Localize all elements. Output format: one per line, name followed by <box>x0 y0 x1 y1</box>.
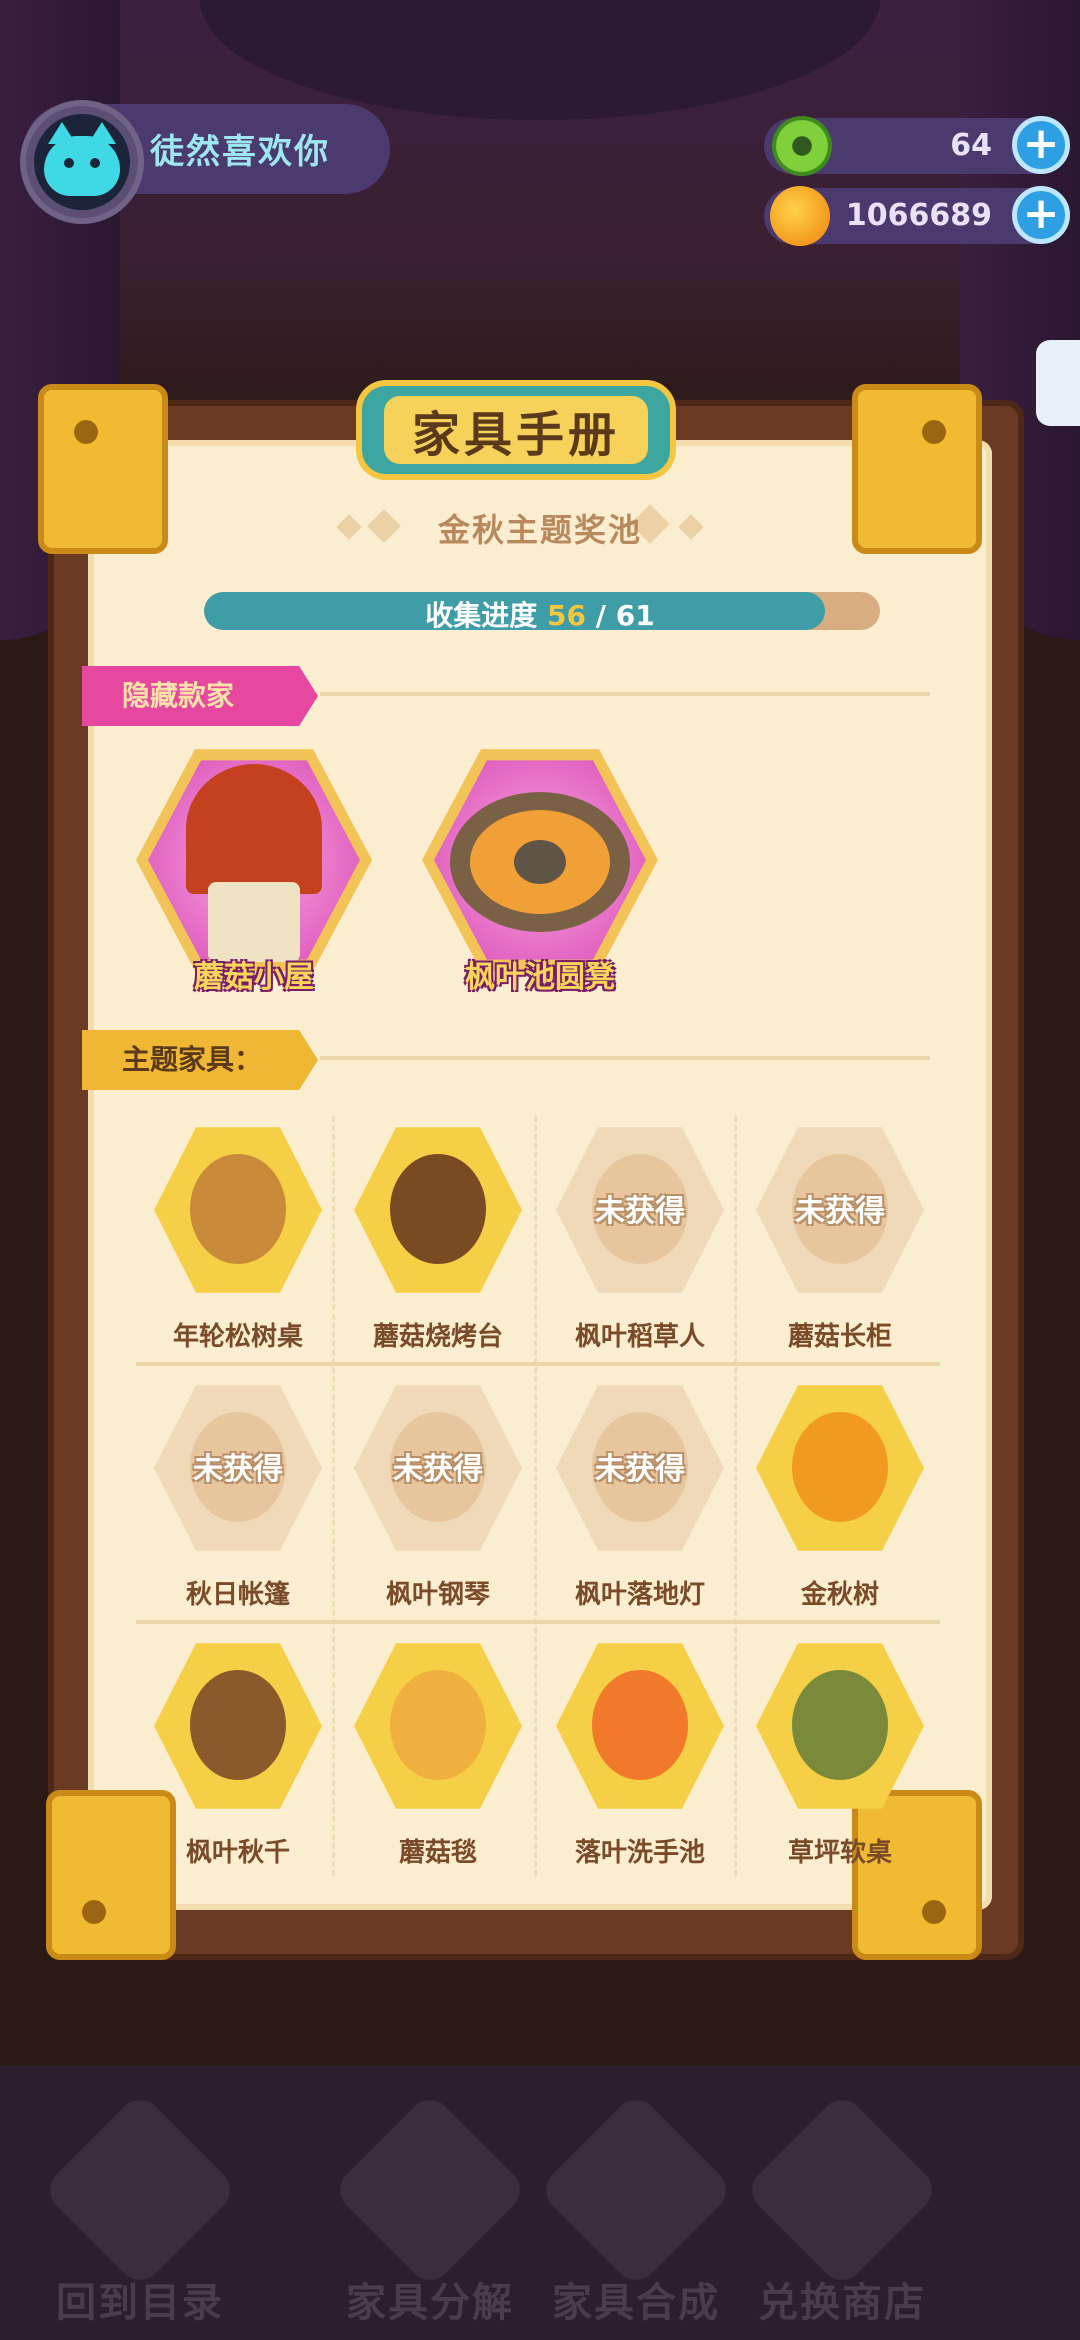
swing-icon <box>190 1670 286 1780</box>
nav-label: 回到目录 <box>56 2280 224 2326</box>
progress-text: 收集进度 56 / 61 <box>425 599 655 632</box>
back-book-icon <box>41 2091 239 2289</box>
add-coin-button[interactable]: + <box>1012 186 1070 244</box>
mushroom-rug-icon <box>390 1670 486 1780</box>
not-obtained-label: 未获得 <box>795 1194 885 1229</box>
gold-planet-icon <box>770 186 830 246</box>
furniture-name: 枫叶钢琴 <box>385 1580 490 1610</box>
furniture-cell[interactable]: 蘑菇烧烤台 <box>334 1120 534 1352</box>
furniture-name: 枫叶落地灯 <box>574 1580 705 1610</box>
section-divider <box>320 692 930 696</box>
nav-craft[interactable]: 家具合成 <box>526 2091 746 2326</box>
puzzle-icon <box>331 2091 529 2289</box>
furniture-cell[interactable]: 蘑菇毯 <box>334 1636 534 1868</box>
section-divider <box>320 1056 930 1060</box>
hidden-item-label: 枫叶池圆凳 <box>465 960 615 995</box>
not-obtained-label: 未获得 <box>595 1452 685 1487</box>
furniture-cell[interactable]: 草坪软桌 <box>736 1636 936 1868</box>
gem-count: 64 <box>950 128 992 163</box>
avatar[interactable] <box>20 100 144 224</box>
nav-back-to-catalog[interactable]: 回到目录 <box>30 2091 250 2326</box>
not-obtained-label: 未获得 <box>393 1452 483 1487</box>
nav-label: 家具合成 <box>552 2280 720 2326</box>
book-title-plate: 家具手册 <box>356 380 676 480</box>
cat-avatar-icon <box>34 114 130 210</box>
mushroom-house-icon <box>186 764 322 894</box>
hammer-icon <box>537 2091 735 2289</box>
hidden-section-label: 隐藏款家具： <box>82 666 318 726</box>
furniture-cell[interactable]: 金秋树 <box>736 1378 936 1610</box>
furniture-name: 落叶洗手池 <box>574 1838 705 1868</box>
tree-ring-table-icon <box>190 1154 286 1264</box>
nav-decompose[interactable]: 家具分解 <box>320 2091 540 2326</box>
lawn-table-icon <box>792 1670 888 1780</box>
furniture-cell[interactable]: 枫叶秋千 <box>134 1636 334 1868</box>
side-scissors-tab[interactable] <box>1036 340 1080 426</box>
golden-tree-icon <box>792 1412 888 1522</box>
furniture-cell[interactable]: 未获得 蘑菇长柜 <box>736 1120 936 1352</box>
furniture-name: 秋日帐篷 <box>185 1580 290 1610</box>
gift-icon <box>743 2091 941 2289</box>
furniture-name: 枫叶稻草人 <box>574 1322 705 1352</box>
row-divider <box>136 1620 940 1624</box>
furniture-name: 金秋树 <box>800 1580 879 1610</box>
mushroom-grill-icon <box>390 1154 486 1264</box>
hidden-item-label: 蘑菇小屋 <box>194 960 314 995</box>
coin-count: 1066689 <box>845 198 992 233</box>
furniture-name: 草坪软桌 <box>787 1838 892 1868</box>
player-name: 徒然喜欢你 <box>150 132 330 172</box>
pool-title: 金秋主题奖池 <box>437 511 642 549</box>
not-obtained-label: 未获得 <box>193 1452 283 1487</box>
furniture-name: 蘑菇长柜 <box>787 1322 892 1352</box>
not-obtained-label: 未获得 <box>595 1194 685 1229</box>
furniture-name: 蘑菇烧烤台 <box>372 1322 503 1352</box>
green-gem-icon <box>772 116 832 176</box>
sink-icon <box>592 1670 688 1780</box>
furniture-name: 枫叶秋千 <box>185 1838 290 1868</box>
furniture-cell[interactable]: 未获得 秋日帐篷 <box>134 1378 334 1610</box>
book-title: 家具手册 <box>411 407 620 463</box>
theme-section-label: 主题家具： <box>82 1030 318 1090</box>
nav-label: 兑换商店 <box>758 2280 926 2326</box>
furniture-name: 年轮松树桌 <box>172 1322 303 1352</box>
furniture-cell[interactable]: 未获得 枫叶落地灯 <box>536 1378 736 1610</box>
furniture-name: 蘑菇毯 <box>398 1838 477 1868</box>
furniture-cell[interactable]: 未获得 枫叶稻草人 <box>536 1120 736 1352</box>
furniture-cell[interactable]: 落叶洗手池 <box>536 1636 736 1868</box>
add-gem-button[interactable]: + <box>1012 116 1070 174</box>
furniture-cell[interactable]: 未获得 枫叶钢琴 <box>334 1378 534 1610</box>
row-divider <box>136 1362 940 1366</box>
nav-label: 家具分解 <box>346 2280 514 2326</box>
furniture-cell[interactable]: 年轮松树桌 <box>134 1120 334 1352</box>
nav-exchange-shop[interactable]: 兑换商店 <box>732 2091 952 2326</box>
